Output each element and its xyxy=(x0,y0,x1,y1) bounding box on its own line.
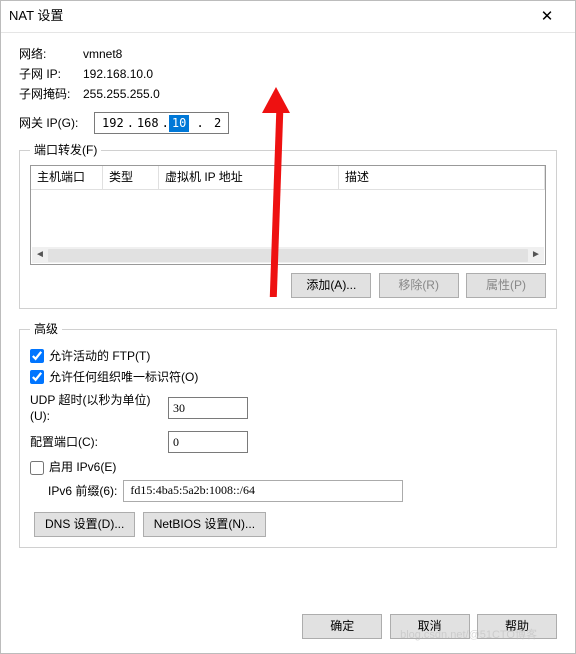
advanced-legend: 高级 xyxy=(30,321,62,338)
ipv6-label: 启用 IPv6(E) xyxy=(49,459,116,476)
ip-octet-1[interactable]: 192 xyxy=(99,115,127,132)
ftp-label: 允许活动的 FTP(T) xyxy=(49,348,150,365)
network-value: vmnet8 xyxy=(83,46,122,63)
dns-settings-button[interactable]: DNS 设置(D)... xyxy=(34,512,135,537)
ipv6-checkbox-row[interactable]: 启用 IPv6(E) xyxy=(30,459,546,476)
scroll-left-icon[interactable]: ◄ xyxy=(32,248,48,262)
netbios-settings-button[interactable]: NetBIOS 设置(N)... xyxy=(143,512,266,537)
org-checkbox-row[interactable]: 允许任何组织唯一标识符(O) xyxy=(30,369,546,386)
gateway-label: 网关 IP(G): xyxy=(19,115,94,132)
close-icon[interactable]: ✕ xyxy=(527,6,567,27)
network-label: 网络: xyxy=(19,46,83,63)
config-port-input[interactable] xyxy=(168,431,248,453)
port-forward-legend: 端口转发(F) xyxy=(30,142,101,159)
scroll-right-icon[interactable]: ► xyxy=(528,248,544,262)
watermark: blog.csdn.net/@51CTO博客 xyxy=(400,628,537,643)
org-checkbox[interactable] xyxy=(30,370,44,384)
gateway-ip-input[interactable]: 192. 168. 10 . 2 xyxy=(94,112,229,134)
mask-value: 255.255.255.0 xyxy=(83,86,160,103)
ipv6-checkbox[interactable] xyxy=(30,461,44,475)
col-vm-ip[interactable]: 虚拟机 IP 地址 xyxy=(159,166,339,190)
col-host-port[interactable]: 主机端口 xyxy=(31,166,103,190)
ipv6-prefix-input xyxy=(123,480,403,502)
udp-label: UDP 超时(以秒为单位)(U): xyxy=(30,392,168,426)
properties-button: 属性(P) xyxy=(466,273,546,298)
window-title: NAT 设置 xyxy=(9,7,527,25)
col-type[interactable]: 类型 xyxy=(103,166,159,190)
subnet-value: 192.168.10.0 xyxy=(83,66,153,83)
ok-button[interactable]: 确定 xyxy=(302,614,382,639)
prefix-label: IPv6 前缀(6): xyxy=(48,483,117,500)
org-label: 允许任何组织唯一标识符(O) xyxy=(49,369,198,386)
advanced-group: 高级 允许活动的 FTP(T) 允许任何组织唯一标识符(O) UDP 超时(以秒… xyxy=(19,321,557,548)
ip-octet-3[interactable]: 10 xyxy=(169,115,189,132)
scroll-track[interactable] xyxy=(48,249,528,262)
port-forward-group: 端口转发(F) 主机端口 类型 虚拟机 IP 地址 描述 ◄ ► 添加(A)..… xyxy=(19,142,557,309)
ftp-checkbox[interactable] xyxy=(30,349,44,363)
add-button[interactable]: 添加(A)... xyxy=(291,273,371,298)
subnet-label: 子网 IP: xyxy=(19,66,83,83)
ip-octet-4[interactable]: 2 xyxy=(211,115,224,132)
remove-button: 移除(R) xyxy=(379,273,459,298)
ip-octet-2[interactable]: 168 xyxy=(134,115,162,132)
udp-timeout-input[interactable] xyxy=(168,397,248,419)
cfg-label: 配置端口(C): xyxy=(30,434,168,451)
port-forward-table[interactable]: 主机端口 类型 虚拟机 IP 地址 描述 ◄ ► xyxy=(30,165,546,265)
mask-label: 子网掩码: xyxy=(19,86,83,103)
ftp-checkbox-row[interactable]: 允许活动的 FTP(T) xyxy=(30,348,546,365)
hscrollbar[interactable]: ◄ ► xyxy=(32,247,544,263)
col-desc[interactable]: 描述 xyxy=(339,166,545,190)
